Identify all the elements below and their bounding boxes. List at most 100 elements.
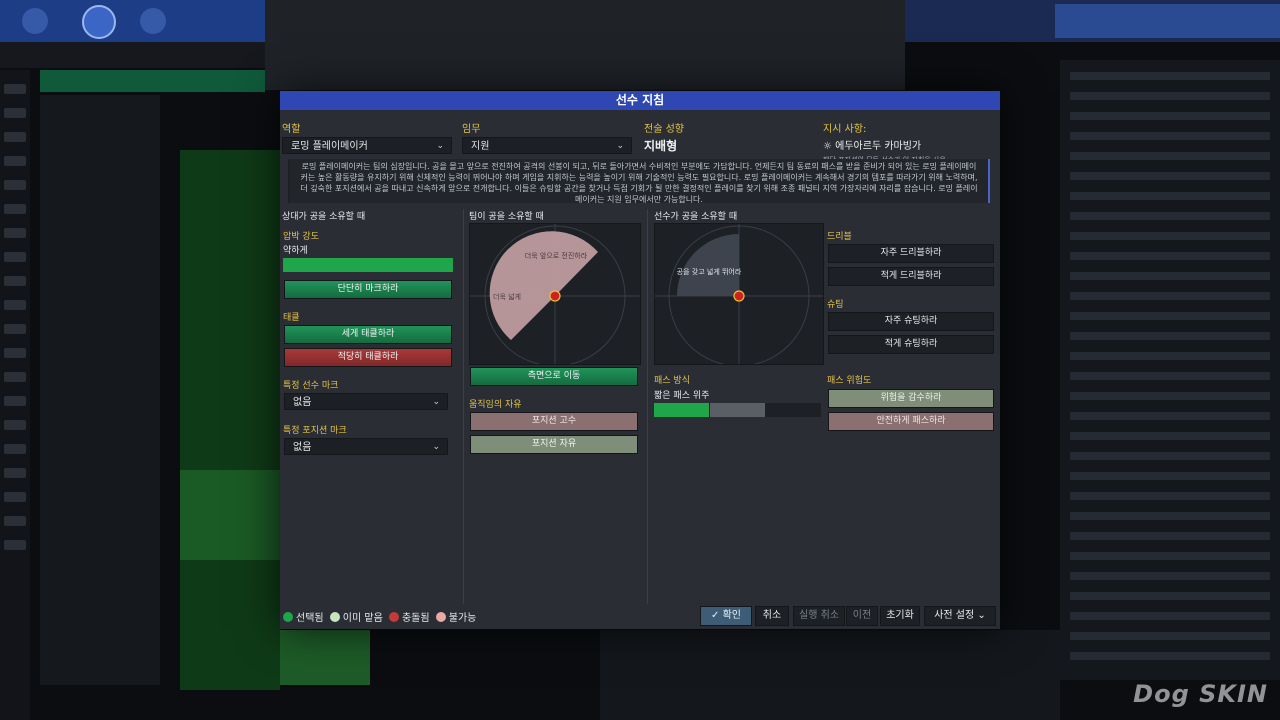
bg-club-header — [0, 0, 265, 42]
col-title-team: 팀이 공을 소유할 때 — [469, 212, 544, 222]
bg-sidebar — [0, 70, 30, 720]
legend-label: 이미 맡음 — [342, 613, 383, 624]
duty-value: 지원 — [471, 141, 490, 152]
tactic-field: 전술 성향 지배형 — [644, 120, 794, 154]
duty-select[interactable]: 지원 ⌄ — [462, 137, 632, 154]
dribble-less-button[interactable]: 적게 드리블하라 — [828, 267, 994, 286]
tackle-easy-button[interactable]: 적당히 태클하라 — [284, 348, 452, 367]
column-divider — [463, 209, 464, 604]
risk-less-button[interactable]: 안전하게 패스하라 — [828, 412, 994, 431]
unavailable-dot-icon — [435, 612, 446, 622]
status-legend: 선택됨 이미 맡음 충돌됨 불가능 — [283, 609, 479, 624]
player-zone-label: 공을 갖고 넓게 뛰어라 — [677, 267, 742, 276]
pressing-value: 약하게 — [283, 246, 308, 256]
chevron-down-icon: ⌄ — [436, 141, 444, 151]
player-position-marker — [733, 290, 745, 302]
pressing-label: 압박 강도 — [283, 232, 319, 242]
col-opposition-ball: 상대가 공을 소유할 때 — [282, 209, 458, 222]
chevron-down-icon: ⌄ — [432, 397, 440, 407]
role-field: 역할 로밍 플레이메이커 ⌄ — [282, 120, 452, 154]
bg-top-right-header — [905, 0, 1280, 42]
tackle-label: 태클 — [283, 313, 300, 323]
specific-player-select[interactable]: 없음 ⌄ — [284, 393, 448, 410]
bg-right-table — [1060, 60, 1280, 680]
instruction-player: ☼ 에두아르두 카마빙가 — [823, 137, 998, 152]
bg-bottom-rows — [600, 630, 1060, 720]
passing-style-fill — [654, 403, 710, 417]
role-select[interactable]: 로밍 플레이메이커 ⌄ — [282, 137, 452, 154]
confirm-label: 확인 — [722, 610, 741, 621]
chevron-down-icon: ⌄ — [977, 610, 986, 621]
previous-button[interactable]: 이전 — [846, 606, 878, 626]
duty-field: 임무 지원 ⌄ — [462, 120, 632, 154]
col-title-player: 선수가 공을 소유할 때 — [654, 212, 738, 222]
instruction-label: 지시 사항: — [823, 124, 867, 135]
player-zone-diagram: 공을 갖고 넓게 뛰어라 — [655, 224, 823, 367]
legend-item-conflict: 충돌됨 — [388, 612, 430, 624]
taken-dot-icon — [329, 612, 340, 622]
presets-label: 사전 설정 — [934, 610, 975, 621]
conflict-dot-icon — [388, 612, 399, 622]
player-instructions-dialog: 선수 지침 역할 로밍 플레이메이커 ⌄ 임무 지원 ⌄ 전술 성향 지배형 지… — [280, 91, 1000, 629]
chevron-down-icon: ⌄ — [432, 442, 440, 452]
dribble-label: 드리블 — [827, 232, 852, 242]
bg-tab-strip — [0, 42, 265, 68]
freedom-label: 움직임의 자유 — [469, 400, 522, 410]
bg-back-icon — [22, 8, 48, 34]
shoot-more-button[interactable]: 자주 슈팅하라 — [828, 312, 994, 331]
legend-label: 충돌됨 — [401, 613, 430, 624]
mark-tight-button[interactable]: 단단히 마크하라 — [284, 280, 452, 299]
free-role-button[interactable]: 포지션 자유 — [470, 435, 638, 454]
hold-position-button[interactable]: 포지션 고수 — [470, 412, 638, 431]
col-title-opposition: 상대가 공을 소유할 때 — [282, 212, 366, 222]
legend-label: 불가능 — [448, 613, 477, 624]
role-description: 로밍 플레이메이커는 팀의 심장입니다. 공을 몰고 앞으로 전진하여 공격의 … — [288, 159, 990, 203]
dialog-footer: 선택됨 이미 맡음 충돌됨 불가능 ✓ 확인 취소 실행 취소 이전 초기화 사… — [280, 603, 1000, 629]
undo-button[interactable]: 실행 취소 — [793, 606, 845, 626]
bg-club-crest-icon — [82, 5, 116, 39]
bg-green-bar — [40, 70, 265, 92]
chevron-down-icon: ⌄ — [616, 141, 624, 151]
player-zone-panel[interactable]: 공을 갖고 넓게 뛰어라 — [654, 223, 824, 367]
specific-position-value: 없음 — [293, 442, 312, 453]
presets-dropdown[interactable]: 사전 설정 ⌄ — [924, 606, 996, 626]
shoot-less-button[interactable]: 적게 슈팅하라 — [828, 335, 994, 354]
role-label: 역할 — [282, 124, 301, 135]
zone-forward-label: 더욱 앞으로 전진하라 — [525, 251, 588, 260]
check-icon: ✓ — [711, 610, 720, 621]
col-player-ball: 선수가 공을 소유할 때 — [654, 209, 994, 222]
confirm-button[interactable]: ✓ 확인 — [700, 606, 752, 626]
selected-dot-icon — [283, 612, 293, 622]
pressing-bar[interactable] — [283, 258, 453, 272]
player-position-marker — [549, 290, 561, 302]
tactic-label: 전술 성향 — [644, 124, 684, 135]
team-zone-sector[interactable] — [489, 231, 598, 340]
col-team-ball: 팀이 공을 소유할 때 — [469, 209, 641, 222]
risk-more-button[interactable]: 위험을 감수하라 — [828, 389, 994, 408]
team-zone-panel[interactable]: 더욱 앞으로 전진하라 더욱 넓게 — [469, 223, 641, 367]
player-zone-sector[interactable] — [677, 234, 739, 296]
specific-position-select[interactable]: 없음 ⌄ — [284, 438, 448, 455]
shoot-label: 슈팅 — [827, 300, 844, 310]
bg-left-panel — [40, 95, 160, 685]
legend-item-unavailable: 불가능 — [435, 612, 477, 624]
instruction-player-name: 에두아르두 카마빙가 — [835, 141, 922, 152]
passing-style-segment — [710, 403, 765, 417]
headphones-icon: ☼ — [823, 141, 832, 152]
passing-style-value: 짧은 패스 위주 — [654, 391, 710, 401]
top-fields: 역할 로밍 플레이메이커 ⌄ 임무 지원 ⌄ 전술 성향 지배형 지시 사항: … — [280, 110, 1000, 164]
cancel-button[interactable]: 취소 — [755, 606, 789, 626]
passing-style-label: 패스 방식 — [654, 376, 690, 386]
move-wide-button[interactable]: 측면으로 이동 — [470, 367, 638, 386]
dribble-more-button[interactable]: 자주 드리블하라 — [828, 244, 994, 263]
duty-label: 임무 — [462, 124, 481, 135]
passing-style-bar[interactable] — [654, 403, 821, 417]
zone-wide-label: 더욱 넓게 — [493, 292, 521, 301]
team-zone-diagram: 더욱 앞으로 전진하라 더욱 넓게 — [470, 224, 640, 367]
tackle-harder-button[interactable]: 세게 태클하라 — [284, 325, 452, 344]
specific-player-label: 특정 선수 마크 — [283, 381, 339, 391]
passing-risk-label: 패스 위험도 — [827, 376, 872, 386]
bg-player-card — [280, 630, 370, 685]
reset-button[interactable]: 초기화 — [880, 606, 920, 626]
bg-forward-icon — [140, 8, 166, 34]
